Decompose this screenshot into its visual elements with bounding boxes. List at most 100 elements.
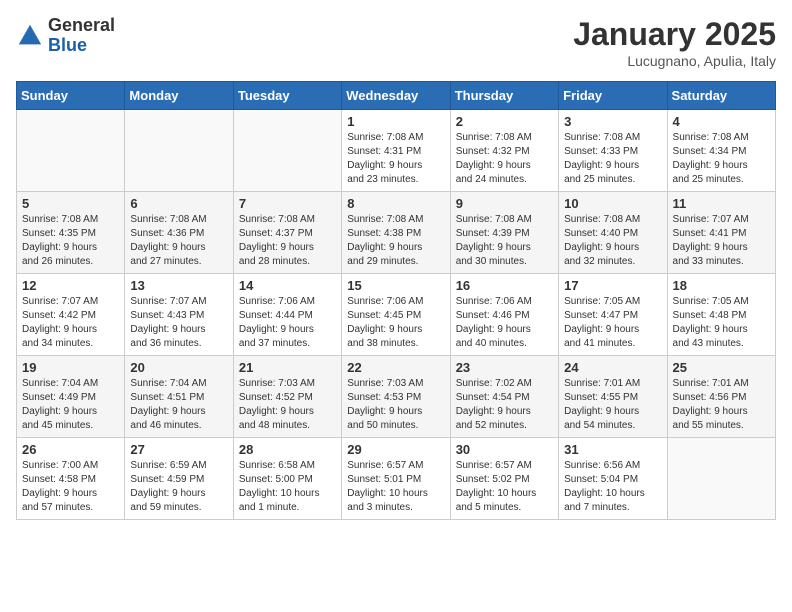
day-number: 7 xyxy=(239,196,336,211)
day-number: 15 xyxy=(347,278,444,293)
day-number: 25 xyxy=(673,360,770,375)
day-number: 29 xyxy=(347,442,444,457)
calendar-cell: 30 Sunrise: 6:57 AM Sunset: 5:02 PM Dayli… xyxy=(450,438,558,520)
calendar-cell: 19 Sunrise: 7:04 AM Sunset: 4:49 PM Dayli… xyxy=(17,356,125,438)
day-info: Sunrise: 7:05 AM Sunset: 4:47 PM Dayligh… xyxy=(564,295,661,351)
week-row-3: 12Sunrise: 7:07 AM Sunset: 4:42 PM Dayli… xyxy=(17,274,776,356)
day-number: 10 xyxy=(564,196,661,211)
week-row-2: 5 Sunrise: 7:08 AM Sunset: 4:35 PM Daylig… xyxy=(17,192,776,274)
calendar-cell: 22Sunrise: 7:03 AM Sunset: 4:53 PM Dayli… xyxy=(342,356,450,438)
day-number: 27 xyxy=(130,442,227,457)
calendar-cell: 25 Sunrise: 7:01 AM Sunset: 4:56 PM Dayli… xyxy=(667,356,775,438)
calendar-cell: 13 Sunrise: 7:07 AM Sunset: 4:43 PM Dayli… xyxy=(125,274,233,356)
day-info: Sunrise: 7:06 AM Sunset: 4:45 PM Dayligh… xyxy=(347,295,444,351)
day-number: 4 xyxy=(673,114,770,129)
page-header: General Blue January 2025 Lucugnano, Apu… xyxy=(16,16,776,69)
calendar-cell: 23 Sunrise: 7:02 AM Sunset: 4:54 PM Dayli… xyxy=(450,356,558,438)
day-number: 3 xyxy=(564,114,661,129)
week-row-4: 19 Sunrise: 7:04 AM Sunset: 4:49 PM Dayli… xyxy=(17,356,776,438)
day-number: 19 xyxy=(22,360,119,375)
day-info: Sunrise: 6:57 AM Sunset: 5:02 PM Dayligh… xyxy=(456,459,553,515)
day-info: Sunrise: 7:08 AM Sunset: 4:32 PM Dayligh… xyxy=(456,131,553,187)
calendar-cell xyxy=(233,110,341,192)
day-info: Sunrise: 7:05 AM Sunset: 4:48 PM Dayligh… xyxy=(673,295,770,351)
calendar-cell: 17 Sunrise: 7:05 AM Sunset: 4:47 PM Dayli… xyxy=(559,274,667,356)
day-number: 24 xyxy=(564,360,661,375)
weekday-header-tuesday: Tuesday xyxy=(233,82,341,110)
day-info: Sunrise: 7:08 AM Sunset: 4:37 PM Dayligh… xyxy=(239,213,336,269)
week-row-1: 1Sunrise: 7:08 AM Sunset: 4:31 PM Daylig… xyxy=(17,110,776,192)
day-number: 16 xyxy=(456,278,553,293)
calendar-cell: 15 Sunrise: 7:06 AM Sunset: 4:45 PM Dayli… xyxy=(342,274,450,356)
day-number: 23 xyxy=(456,360,553,375)
day-info: Sunrise: 6:58 AM Sunset: 5:00 PM Dayligh… xyxy=(239,459,336,515)
day-number: 2 xyxy=(456,114,553,129)
day-number: 17 xyxy=(564,278,661,293)
calendar-cell: 1Sunrise: 7:08 AM Sunset: 4:31 PM Daylig… xyxy=(342,110,450,192)
calendar-cell: 26 Sunrise: 7:00 AM Sunset: 4:58 PM Dayli… xyxy=(17,438,125,520)
logo-text: General Blue xyxy=(48,16,115,56)
calendar-cell: 10 Sunrise: 7:08 AM Sunset: 4:40 PM Dayli… xyxy=(559,192,667,274)
calendar-cell: 24Sunrise: 7:01 AM Sunset: 4:55 PM Dayli… xyxy=(559,356,667,438)
calendar-cell: 21Sunrise: 7:03 AM Sunset: 4:52 PM Dayli… xyxy=(233,356,341,438)
day-number: 18 xyxy=(673,278,770,293)
day-number: 5 xyxy=(22,196,119,211)
calendar-cell: 31 Sunrise: 6:56 AM Sunset: 5:04 PM Dayli… xyxy=(559,438,667,520)
day-info: Sunrise: 7:01 AM Sunset: 4:56 PM Dayligh… xyxy=(673,377,770,433)
calendar-cell: 8 Sunrise: 7:08 AM Sunset: 4:38 PM Daylig… xyxy=(342,192,450,274)
weekday-header-saturday: Saturday xyxy=(667,82,775,110)
day-number: 14 xyxy=(239,278,336,293)
weekday-header-friday: Friday xyxy=(559,82,667,110)
day-number: 22 xyxy=(347,360,444,375)
day-info: Sunrise: 7:04 AM Sunset: 4:49 PM Dayligh… xyxy=(22,377,119,433)
day-number: 30 xyxy=(456,442,553,457)
calendar-cell xyxy=(667,438,775,520)
calendar-cell: 11 Sunrise: 7:07 AM Sunset: 4:41 PM Dayli… xyxy=(667,192,775,274)
day-number: 6 xyxy=(130,196,227,211)
day-info: Sunrise: 7:07 AM Sunset: 4:43 PM Dayligh… xyxy=(130,295,227,351)
day-info: Sunrise: 7:08 AM Sunset: 4:31 PM Dayligh… xyxy=(347,131,444,187)
day-info: Sunrise: 7:07 AM Sunset: 4:41 PM Dayligh… xyxy=(673,213,770,269)
day-info: Sunrise: 7:00 AM Sunset: 4:58 PM Dayligh… xyxy=(22,459,119,515)
day-info: Sunrise: 7:08 AM Sunset: 4:38 PM Dayligh… xyxy=(347,213,444,269)
location-text: Lucugnano, Apulia, Italy xyxy=(573,53,776,69)
day-info: Sunrise: 6:59 AM Sunset: 4:59 PM Dayligh… xyxy=(130,459,227,515)
day-info: Sunrise: 6:56 AM Sunset: 5:04 PM Dayligh… xyxy=(564,459,661,515)
month-title: January 2025 xyxy=(573,16,776,53)
day-number: 9 xyxy=(456,196,553,211)
calendar-cell: 2 Sunrise: 7:08 AM Sunset: 4:32 PM Daylig… xyxy=(450,110,558,192)
weekday-header-monday: Monday xyxy=(125,82,233,110)
day-info: Sunrise: 7:06 AM Sunset: 4:44 PM Dayligh… xyxy=(239,295,336,351)
day-info: Sunrise: 7:08 AM Sunset: 4:35 PM Dayligh… xyxy=(22,213,119,269)
day-number: 31 xyxy=(564,442,661,457)
day-info: Sunrise: 7:08 AM Sunset: 4:36 PM Dayligh… xyxy=(130,213,227,269)
day-number: 13 xyxy=(130,278,227,293)
day-number: 26 xyxy=(22,442,119,457)
calendar-cell: 6 Sunrise: 7:08 AM Sunset: 4:36 PM Daylig… xyxy=(125,192,233,274)
day-number: 11 xyxy=(673,196,770,211)
calendar-cell: 14 Sunrise: 7:06 AM Sunset: 4:44 PM Dayli… xyxy=(233,274,341,356)
calendar-cell: 27 Sunrise: 6:59 AM Sunset: 4:59 PM Dayli… xyxy=(125,438,233,520)
day-info: Sunrise: 7:04 AM Sunset: 4:51 PM Dayligh… xyxy=(130,377,227,433)
day-info: Sunrise: 6:57 AM Sunset: 5:01 PM Dayligh… xyxy=(347,459,444,515)
logo: General Blue xyxy=(16,16,115,56)
calendar-cell: 3 Sunrise: 7:08 AM Sunset: 4:33 PM Daylig… xyxy=(559,110,667,192)
calendar-cell: 18 Sunrise: 7:05 AM Sunset: 4:48 PM Dayli… xyxy=(667,274,775,356)
calendar-cell: 4 Sunrise: 7:08 AM Sunset: 4:34 PM Daylig… xyxy=(667,110,775,192)
calendar-cell: 28Sunrise: 6:58 AM Sunset: 5:00 PM Dayli… xyxy=(233,438,341,520)
day-info: Sunrise: 7:08 AM Sunset: 4:33 PM Dayligh… xyxy=(564,131,661,187)
weekday-header-sunday: Sunday xyxy=(17,82,125,110)
day-number: 21 xyxy=(239,360,336,375)
logo-general-text: General xyxy=(48,16,115,36)
logo-blue-text: Blue xyxy=(48,36,115,56)
calendar-cell xyxy=(17,110,125,192)
calendar-cell: 16 Sunrise: 7:06 AM Sunset: 4:46 PM Dayli… xyxy=(450,274,558,356)
calendar-cell: 20Sunrise: 7:04 AM Sunset: 4:51 PM Dayli… xyxy=(125,356,233,438)
day-info: Sunrise: 7:08 AM Sunset: 4:40 PM Dayligh… xyxy=(564,213,661,269)
day-number: 12 xyxy=(22,278,119,293)
day-info: Sunrise: 7:06 AM Sunset: 4:46 PM Dayligh… xyxy=(456,295,553,351)
day-info: Sunrise: 7:08 AM Sunset: 4:39 PM Dayligh… xyxy=(456,213,553,269)
day-number: 8 xyxy=(347,196,444,211)
day-info: Sunrise: 7:08 AM Sunset: 4:34 PM Dayligh… xyxy=(673,131,770,187)
day-info: Sunrise: 7:02 AM Sunset: 4:54 PM Dayligh… xyxy=(456,377,553,433)
